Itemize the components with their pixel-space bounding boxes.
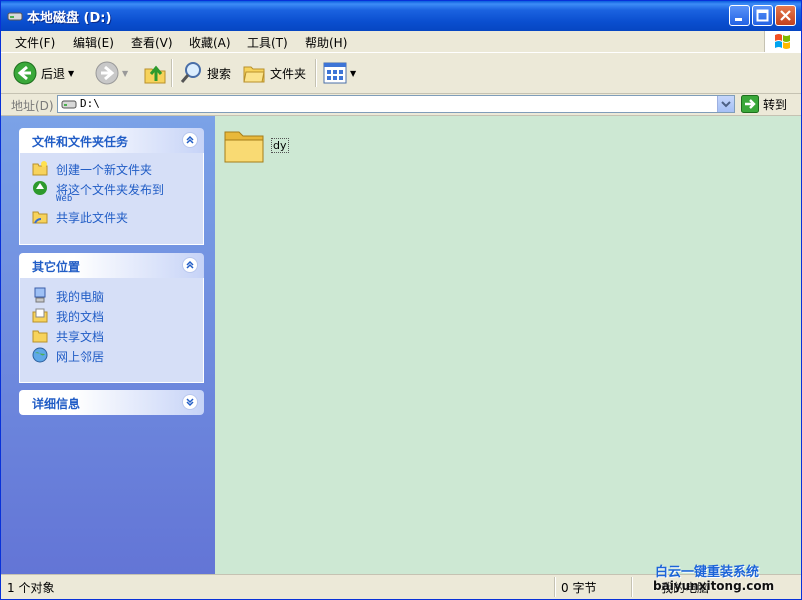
menu-view[interactable]: 查看(V): [131, 34, 173, 51]
views-dropdown-icon[interactable]: ▼: [350, 69, 356, 78]
windows-flag-icon: [775, 34, 790, 49]
task-pane: 文件和文件夹任务 创建一个新文件夹 将这个文件夹发布到 Web 共享此文件夹 其…: [1, 116, 215, 574]
search-icon: [180, 62, 201, 83]
close-button[interactable]: [775, 5, 796, 26]
windows-logo: [764, 31, 801, 52]
place-my-computer[interactable]: 我的电脑: [20, 286, 203, 306]
forward-button[interactable]: ▼: [95, 58, 128, 88]
shared-docs-icon: [32, 330, 48, 343]
expand-icon[interactable]: [182, 394, 198, 410]
minimize-button[interactable]: [729, 5, 750, 26]
status-object-count: 1 个对象: [7, 581, 55, 595]
address-bar: 地址(D) D:\ 转到: [1, 94, 801, 116]
views-icon: [323, 62, 347, 84]
collapse-icon[interactable]: [182, 257, 198, 273]
status-divider: [631, 577, 633, 597]
panel-header[interactable]: 文件和文件夹任务: [19, 128, 204, 153]
network-icon: [32, 347, 48, 363]
folders-button[interactable]: 文件夹: [242, 58, 306, 88]
forward-arrow-icon: [95, 61, 119, 85]
back-dropdown-icon[interactable]: ▼: [68, 69, 74, 78]
file-tasks-panel: 文件和文件夹任务 创建一个新文件夹 将这个文件夹发布到 Web 共享此文件夹: [19, 128, 204, 245]
views-button[interactable]: ▼: [323, 58, 356, 88]
share-folder-icon: [32, 211, 48, 224]
forward-dropdown-icon[interactable]: ▼: [122, 69, 128, 78]
task-label: 创建一个新文件夹: [56, 163, 153, 177]
go-label: 转到: [763, 97, 788, 112]
minimize-icon: [735, 18, 742, 21]
toolbar-separator: [171, 59, 173, 87]
folder-icon: [224, 131, 264, 163]
task-label-web: Web: [56, 194, 73, 204]
maximize-icon: [756, 9, 769, 22]
toolbar-separator: [315, 59, 317, 87]
place-shared-docs[interactable]: 共享文档: [20, 326, 203, 346]
title-bar[interactable]: 本地磁盘 (D:): [1, 1, 801, 31]
go-button[interactable]: 转到: [741, 95, 787, 113]
task-label: 共享此文件夹: [56, 211, 129, 225]
task-publish-web[interactable]: 将这个文件夹发布到 Web: [20, 179, 203, 207]
back-button[interactable]: 后退 ▼: [13, 58, 74, 88]
watermark-title: 白云一键重装系统: [655, 565, 760, 580]
place-label: 网上邻居: [56, 350, 105, 364]
menu-file[interactable]: 文件(F): [15, 34, 55, 51]
toolbar: 后退 ▼ ▼ 搜索 文件夹 ▼: [1, 53, 801, 94]
folder-item[interactable]: dy: [223, 124, 303, 180]
publish-web-icon: [33, 181, 47, 195]
place-label: 共享文档: [56, 330, 105, 344]
place-network[interactable]: 网上邻居: [20, 346, 203, 366]
back-label: 后退: [41, 66, 66, 81]
file-list-pane[interactable]: dy: [215, 116, 801, 574]
search-button[interactable]: 搜索: [179, 58, 231, 88]
computer-icon: [34, 287, 46, 303]
panel-title: 文件和文件夹任务: [32, 135, 129, 149]
menu-bar: 文件(F) 编辑(E) 查看(V) 收藏(A) 工具(T) 帮助(H): [1, 31, 801, 53]
place-my-documents[interactable]: 我的文档: [20, 306, 203, 326]
menu-favorites[interactable]: 收藏(A): [189, 34, 231, 51]
up-folder-button[interactable]: [143, 58, 167, 88]
panel-title: 其它位置: [32, 260, 81, 274]
status-divider: [554, 577, 556, 597]
task-new-folder[interactable]: 创建一个新文件夹: [20, 159, 203, 179]
collapse-icon[interactable]: [182, 132, 198, 148]
address-dropdown-button[interactable]: [717, 96, 734, 112]
new-folder-icon: [32, 161, 48, 176]
address-label: 地址(D): [11, 99, 54, 113]
menu-help[interactable]: 帮助(H): [305, 34, 347, 51]
up-folder-icon: [144, 65, 166, 84]
panel-header[interactable]: 详细信息: [19, 390, 204, 415]
drive-icon: [7, 12, 23, 21]
drive-icon: [61, 100, 77, 109]
details-panel: 详细信息: [19, 390, 204, 415]
place-label: 我的文档: [56, 310, 105, 324]
panel-body: 我的电脑 我的文档 共享文档 网上邻居: [19, 278, 204, 383]
panel-body: 创建一个新文件夹 将这个文件夹发布到 Web 共享此文件夹: [19, 153, 204, 245]
close-icon: [780, 10, 791, 21]
explorer-window: 本地磁盘 (D:) 文件(F) 编辑(E) 查看(V) 收藏(A) 工具(T) …: [0, 0, 802, 600]
address-value: D:\: [80, 97, 100, 110]
panel-title: 详细信息: [32, 397, 81, 411]
task-share-folder[interactable]: 共享此文件夹: [20, 207, 203, 227]
address-input[interactable]: D:\: [57, 95, 735, 113]
search-label: 搜索: [207, 66, 232, 81]
other-places-panel: 其它位置 我的电脑 我的文档 共享文档 网上邻居: [19, 253, 204, 383]
folders-label: 文件夹: [270, 66, 307, 81]
back-arrow-icon: [13, 61, 37, 85]
chevron-down-icon: [721, 101, 731, 108]
window-title: 本地磁盘 (D:): [27, 11, 112, 26]
folders-icon: [243, 66, 265, 83]
go-arrow-icon: [741, 95, 759, 113]
folder-name: dy: [271, 138, 289, 153]
watermark: 白云一键重装系统 baiyunxitong.com: [649, 561, 799, 599]
maximize-button[interactable]: [752, 5, 773, 26]
watermark-url: baiyunxitong.com: [653, 579, 775, 593]
panel-header[interactable]: 其它位置: [19, 253, 204, 278]
place-label: 我的电脑: [56, 290, 105, 304]
status-size: 0 字节: [561, 581, 597, 595]
menu-tools[interactable]: 工具(T): [247, 34, 288, 51]
menu-edit[interactable]: 编辑(E): [73, 34, 114, 51]
documents-icon: [32, 308, 48, 323]
